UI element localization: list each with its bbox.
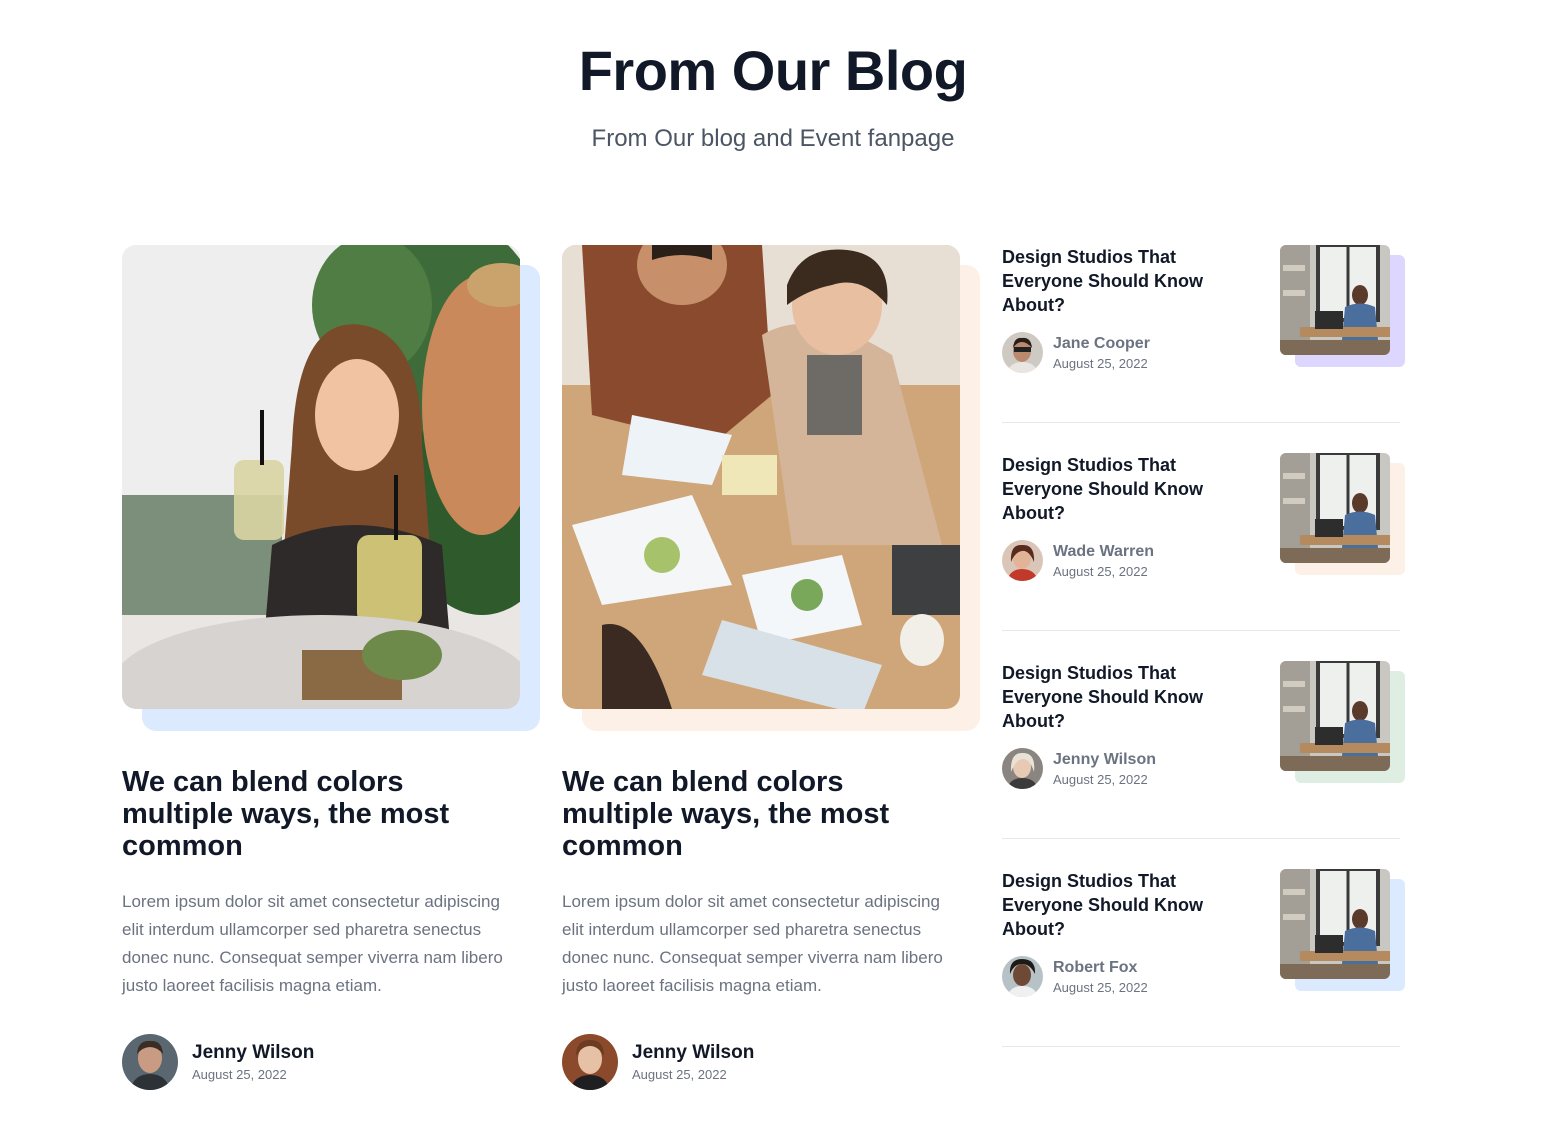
featured-post-card[interactable]: We can blend colors multiple ways, the m… [562,245,980,1090]
post-author: Jenny Wilson August 25, 2022 [562,1034,980,1090]
author-name: Wade Warren [1053,543,1155,560]
author-name: Jenny Wilson [632,1042,755,1063]
side-post-image[interactable] [1280,661,1390,771]
section-subtitle: From Our blog and Event fanpage [591,125,955,152]
post-date: August 25, 2022 [1053,564,1148,579]
post-date: August 25, 2022 [192,1067,287,1082]
side-post-image[interactable] [1280,869,1390,979]
side-post-title[interactable]: Design Studios That Everyone Should Know… [1002,869,1227,941]
post-date: August 25, 2022 [1053,772,1148,787]
section-title: From Our Blog [578,39,968,102]
side-post-author: Robert Fox August 25, 2022 [1002,956,1148,997]
author-avatar [1002,956,1043,997]
side-post-divider [1002,422,1400,423]
post-date: August 25, 2022 [1053,980,1148,995]
author-name: Jenny Wilson [192,1042,315,1063]
featured-post-media[interactable] [122,245,540,731]
side-post-divider [1002,1046,1400,1047]
author-avatar [122,1034,178,1090]
featured-post-card[interactable]: We can blend colors multiple ways, the m… [122,245,540,1090]
author-avatar [562,1034,618,1090]
side-post-thumbnail[interactable] [1280,245,1405,367]
post-date: August 25, 2022 [1053,356,1148,371]
post-author: Jenny Wilson August 25, 2022 [122,1034,540,1090]
side-post[interactable]: Design Studios That Everyone Should Know… [1002,453,1405,661]
side-post-author: Wade Warren August 25, 2022 [1002,540,1154,581]
featured-post-excerpt: Lorem ipsum dolor sit amet consectetur a… [562,892,943,995]
side-post[interactable]: Design Studios That Everyone Should Know… [1002,245,1405,453]
featured-post-media[interactable] [562,245,980,731]
side-post-title[interactable]: Design Studios That Everyone Should Know… [1002,661,1227,733]
side-post-title[interactable]: Design Studios That Everyone Should Know… [1002,245,1227,317]
author-avatar [1002,332,1043,373]
author-name: Robert Fox [1053,959,1138,976]
side-post-divider [1002,838,1400,839]
side-post-thumbnail[interactable] [1280,869,1405,991]
featured-post-image[interactable] [122,245,520,709]
side-post-title[interactable]: Design Studios That Everyone Should Know… [1002,453,1227,525]
featured-post-image[interactable] [562,245,960,709]
featured-post-excerpt: Lorem ipsum dolor sit amet consectetur a… [122,892,503,995]
side-post-thumbnail[interactable] [1280,453,1405,575]
post-date: August 25, 2022 [632,1067,727,1082]
side-post-author: Jane Cooper August 25, 2022 [1002,332,1150,373]
author-avatar [1002,540,1043,581]
featured-post-title[interactable]: We can blend colors multiple ways, the m… [562,766,962,862]
featured-post-title[interactable]: We can blend colors multiple ways, the m… [122,766,522,862]
author-avatar [1002,748,1043,789]
side-post[interactable]: Design Studios That Everyone Should Know… [1002,661,1405,869]
side-post-author: Jenny Wilson August 25, 2022 [1002,748,1156,789]
side-post-divider [1002,630,1400,631]
side-post-image[interactable] [1280,245,1390,355]
author-name: Jane Cooper [1053,335,1150,352]
side-post[interactable]: Design Studios That Everyone Should Know… [1002,869,1405,1077]
side-post-thumbnail[interactable] [1280,661,1405,783]
author-name: Jenny Wilson [1053,751,1156,768]
side-post-image[interactable] [1280,453,1390,563]
